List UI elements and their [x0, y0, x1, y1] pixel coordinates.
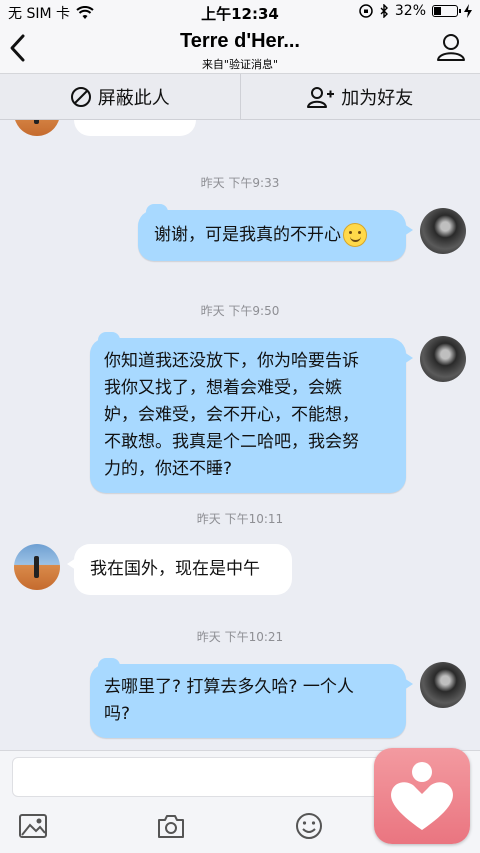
message-bubble[interactable]: 我在国外，现在是中午	[67, 544, 292, 595]
message-text: 谢谢，可是我真的不开心	[154, 225, 341, 245]
message-timestamp: 昨天 下午10:11	[196, 512, 284, 526]
message-bubble[interactable]: 你知道我还没放下，你为哈要告诉 我你又找了，想着会难受，会嫉 妒，会难受，会不开…	[90, 332, 413, 493]
contact-avatar[interactable]	[14, 544, 60, 590]
contact-avatar[interactable]	[14, 120, 60, 136]
message-timestamp: 昨天 下午9:50	[200, 304, 280, 318]
heart-person-icon	[391, 762, 453, 830]
message-text: 去哪里了? 打算去多久哈? 一个人 吗?	[104, 677, 354, 724]
message-timestamp: 昨天 下午9:33	[200, 176, 280, 190]
chat-subtitle: 来自"验证消息"	[201, 58, 279, 71]
camera-icon[interactable]	[156, 811, 186, 841]
add-friend-label: 加为好友	[341, 87, 414, 109]
block-button[interactable]: 屏蔽此人	[0, 74, 241, 119]
bluetooth-icon	[380, 4, 388, 18]
message-list[interactable]: 昨天 下午9:33 谢谢，可是我真的不开心 昨天 下午9:50 你知道我还没放下…	[0, 120, 480, 750]
add-friend-icon	[307, 86, 335, 108]
message-bubble[interactable]: 谢谢，可是我真的不开心	[138, 204, 413, 261]
add-friend-button[interactable]: 加为好友	[241, 74, 480, 119]
image-icon[interactable]	[18, 811, 48, 841]
profile-icon[interactable]	[436, 32, 466, 62]
block-label: 屏蔽此人	[97, 87, 170, 109]
emoji-icon[interactable]	[294, 811, 324, 841]
charging-icon	[464, 4, 472, 18]
stranger-action-bar: 屏蔽此人 加为好友	[0, 74, 480, 120]
battery-icon	[432, 5, 461, 17]
message-bubble-partial[interactable]	[74, 120, 196, 136]
message-timestamp: 昨天 下午10:21	[196, 630, 284, 644]
status-bar: 无 SIM 卡 上午12:34 32%	[0, 0, 480, 24]
my-avatar[interactable]	[420, 336, 466, 382]
my-avatar[interactable]	[420, 662, 466, 708]
nav-bar: Terre d'Her... 来自"验证消息"	[0, 24, 480, 74]
orientation-lock-icon	[359, 4, 373, 18]
my-avatar[interactable]	[420, 208, 466, 254]
block-icon	[70, 86, 91, 107]
message-text: 我在国外，现在是中午	[90, 559, 260, 579]
smiley-icon	[343, 223, 367, 247]
battery-percent: 32%	[394, 3, 426, 19]
message-text: 你知道我还没放下，你为哈要告诉 我你又找了，想着会难受，会嫉 妒，会难受，会不开…	[104, 351, 359, 479]
heart-app-overlay[interactable]	[374, 748, 470, 844]
message-input[interactable]	[12, 757, 414, 797]
chat-title: Terre d'Her...	[180, 30, 300, 52]
message-bubble[interactable]: 去哪里了? 打算去多久哈? 一个人 吗?	[90, 658, 413, 738]
